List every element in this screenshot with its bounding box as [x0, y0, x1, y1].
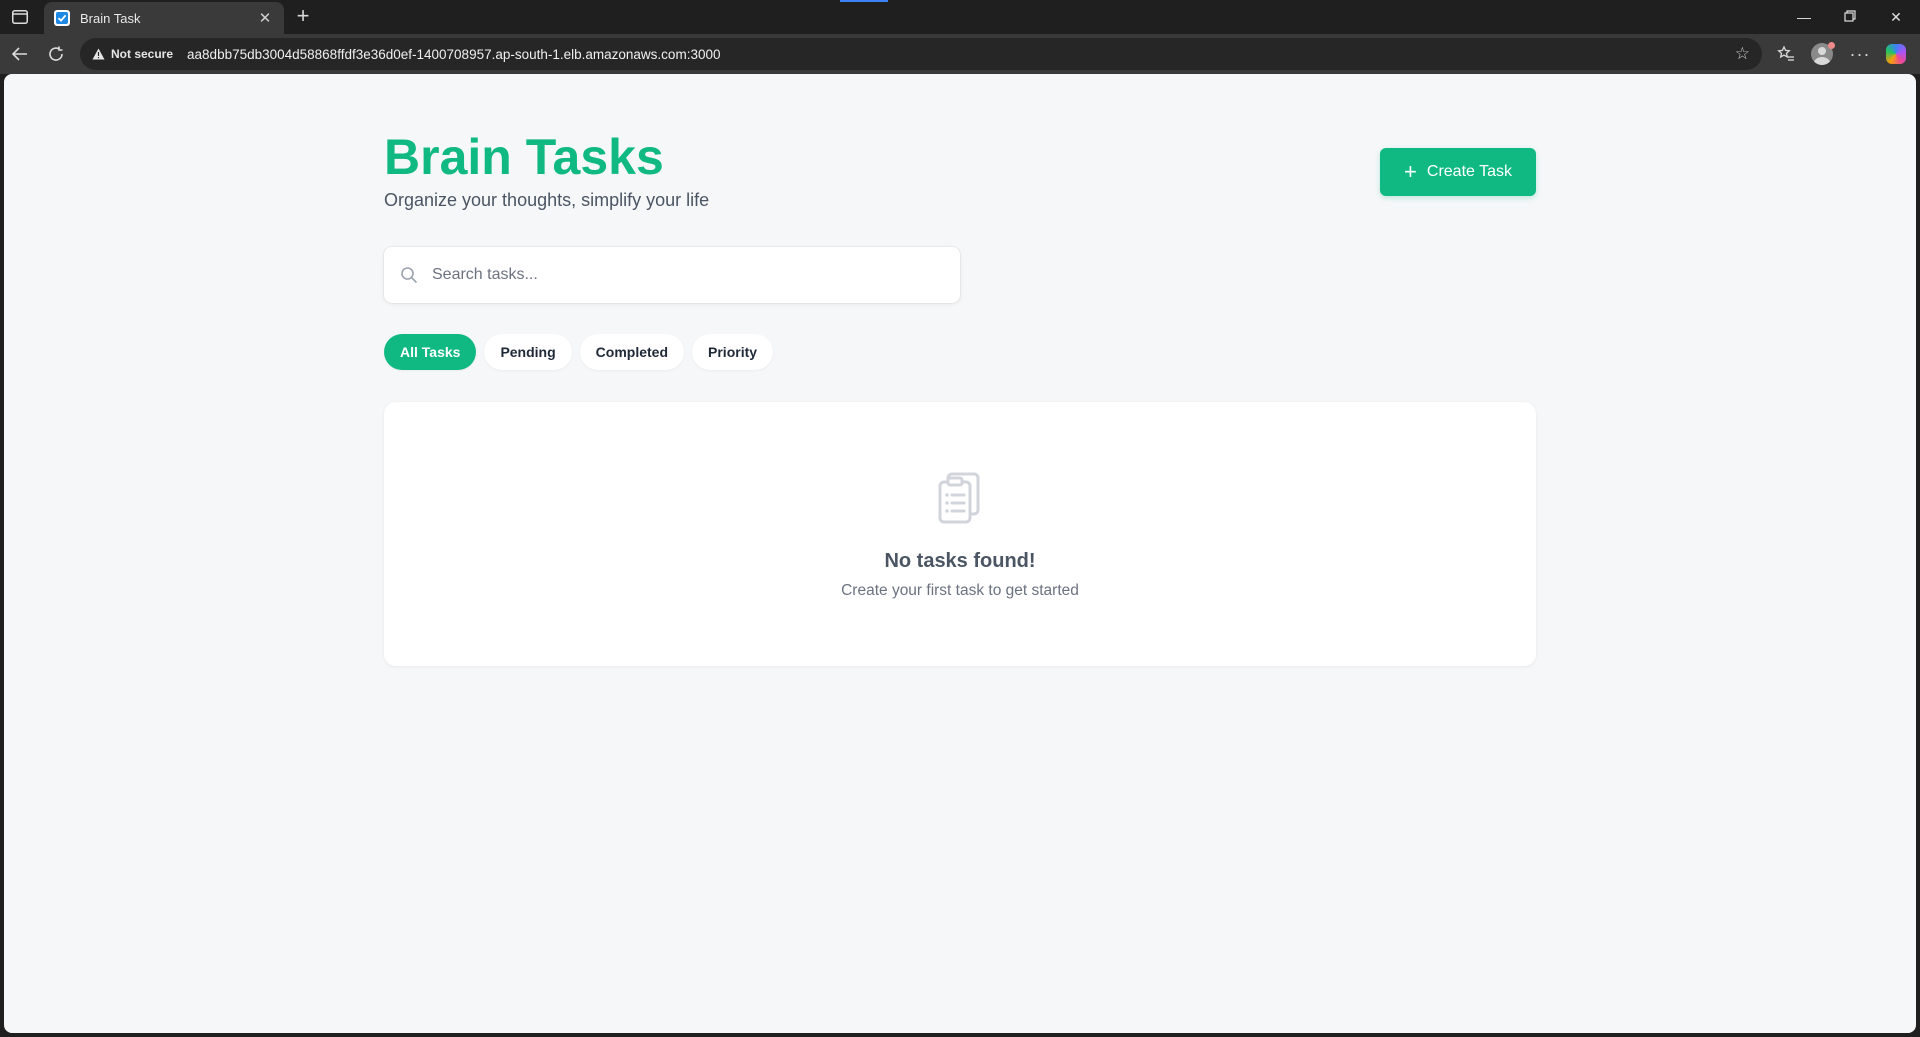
- warning-icon: [92, 48, 105, 60]
- search-icon: [400, 266, 418, 284]
- tab-title: Brain Task: [80, 10, 141, 26]
- filter-pending[interactable]: Pending: [484, 334, 572, 370]
- plus-icon: +: [1404, 159, 1417, 184]
- copilot-icon[interactable]: [1882, 40, 1910, 68]
- close-icon[interactable]: ✕: [256, 9, 274, 27]
- filter-completed[interactable]: Completed: [579, 334, 685, 370]
- favorites-icon[interactable]: [1772, 40, 1800, 68]
- page-title: Brain Tasks: [384, 129, 664, 185]
- page-subtitle: Organize your thoughts, simplify your li…: [384, 190, 710, 210]
- browser-titlebar: Brain Task ✕ + — ✕: [0, 0, 1920, 34]
- favicon-check-icon: [54, 10, 70, 26]
- address-bar[interactable]: Not secure aa8dbb75db3004d58868ffdf3e36d…: [80, 38, 1762, 70]
- browser-toolbar: Not secure aa8dbb75db3004d58868ffdf3e36d…: [0, 34, 1920, 74]
- empty-state-message: Create your first task to get started: [841, 582, 1079, 599]
- browser-tab[interactable]: Brain Task ✕: [44, 2, 284, 34]
- page-viewport: Brain Tasks Organize your thoughts, simp…: [4, 74, 1916, 1033]
- empty-state-card: No tasks found! Create your first task t…: [384, 402, 1536, 666]
- security-label[interactable]: Not secure: [111, 47, 173, 61]
- empty-state-title: No tasks found!: [884, 550, 1036, 572]
- filter-tabs: All Tasks Pending Completed Priority: [384, 334, 774, 370]
- back-icon[interactable]: [6, 40, 34, 68]
- minimize-icon[interactable]: —: [1784, 4, 1824, 30]
- tab-loading-indicator: [840, 0, 888, 2]
- more-icon[interactable]: ···: [1846, 40, 1874, 68]
- reload-icon[interactable]: [42, 40, 70, 68]
- sidebar-icon[interactable]: [10, 8, 30, 26]
- restore-icon[interactable]: [1830, 4, 1870, 30]
- plus-icon[interactable]: +: [292, 5, 314, 28]
- filter-priority[interactable]: Priority: [692, 334, 774, 370]
- url-text[interactable]: aa8dbb75db3004d58868ffdf3e36d0ef-1400708…: [187, 47, 1735, 62]
- clipboard-icon: [934, 468, 986, 531]
- search-box[interactable]: [384, 247, 960, 303]
- star-icon[interactable]: ☆: [1735, 44, 1750, 64]
- create-task-label: Create Task: [1426, 163, 1512, 180]
- filter-all-tasks[interactable]: All Tasks: [384, 334, 477, 370]
- create-task-button[interactable]: + Create Task: [1380, 148, 1536, 196]
- close-window-icon[interactable]: ✕: [1876, 4, 1916, 30]
- notification-dot: [1828, 42, 1835, 49]
- search-input[interactable]: [432, 266, 944, 284]
- profile-avatar[interactable]: [1808, 40, 1836, 68]
